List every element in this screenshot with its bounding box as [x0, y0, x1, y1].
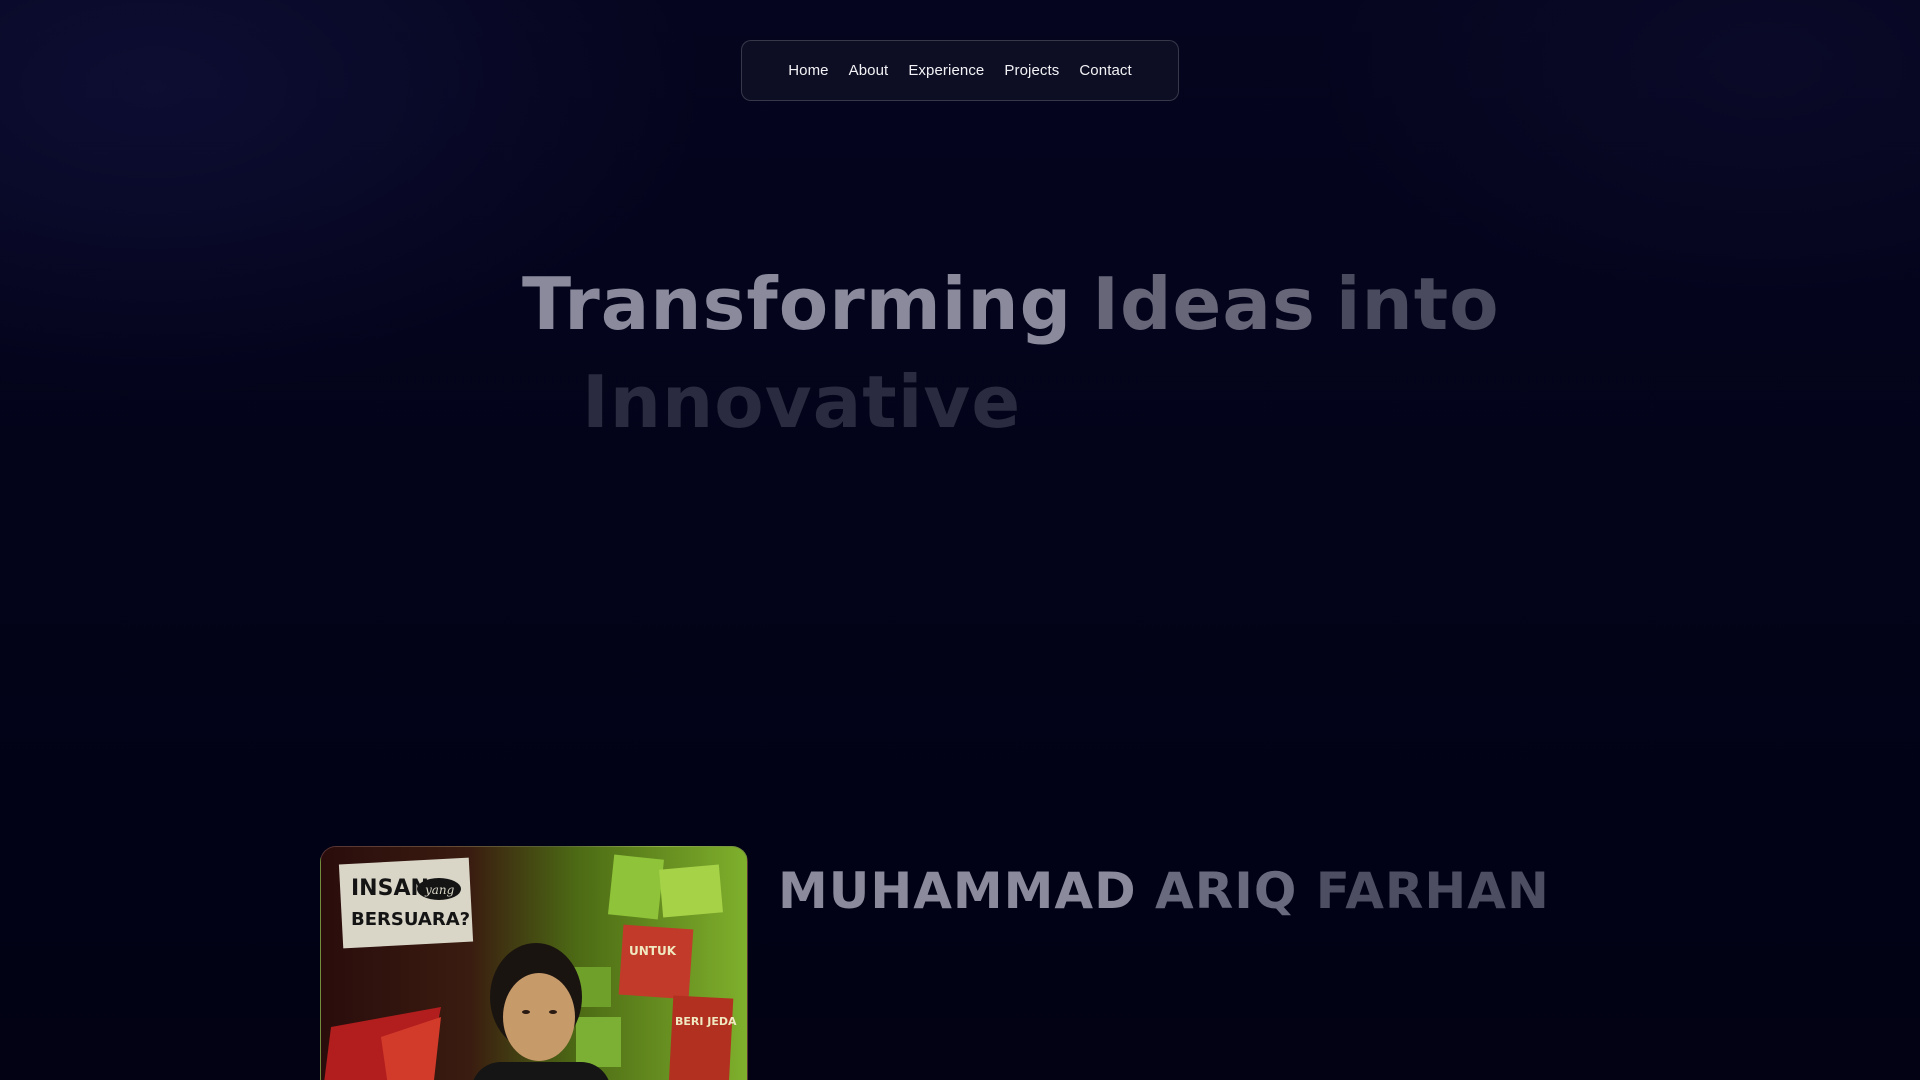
- nav-link-about[interactable]: About: [849, 62, 889, 79]
- hero-word: Innovative: [582, 360, 1022, 444]
- hero-word: into: [1335, 262, 1500, 346]
- hero-word: Transforming: [522, 262, 1073, 346]
- poster-text: BERI JEDA: [675, 1015, 737, 1028]
- nav-link-projects[interactable]: Projects: [1004, 62, 1059, 79]
- hero-word: Ideas: [1092, 262, 1316, 346]
- nav-link-experience[interactable]: Experience: [908, 62, 984, 79]
- hero-headline-line-2: Innovative: [582, 360, 1021, 444]
- name-word: ARIQ: [1155, 862, 1298, 920]
- poster-text: BERSUARA?: [351, 909, 470, 930]
- top-navbar: Home About Experience Projects Contact: [741, 40, 1179, 101]
- profile-photo-image: INSAN yang BERSUARA? UNTUK BERI JEDA: [321, 847, 747, 1080]
- nav-link-contact[interactable]: Contact: [1079, 62, 1131, 79]
- hero-headline-line-1: Transforming Ideas into: [522, 262, 1500, 346]
- page: Home About Experience Projects Contact T…: [0, 0, 1920, 1080]
- poster-text: yang: [424, 883, 455, 897]
- poster-text: UNTUK: [629, 944, 677, 958]
- profile-name: MUHAMMAD ARIQ FARHAN: [778, 862, 1550, 920]
- nav-link-home[interactable]: Home: [788, 62, 828, 79]
- profile-photo: INSAN yang BERSUARA? UNTUK BERI JEDA: [320, 846, 748, 1080]
- name-word: MUHAMMAD: [778, 862, 1137, 920]
- name-word: FARHAN: [1315, 862, 1550, 920]
